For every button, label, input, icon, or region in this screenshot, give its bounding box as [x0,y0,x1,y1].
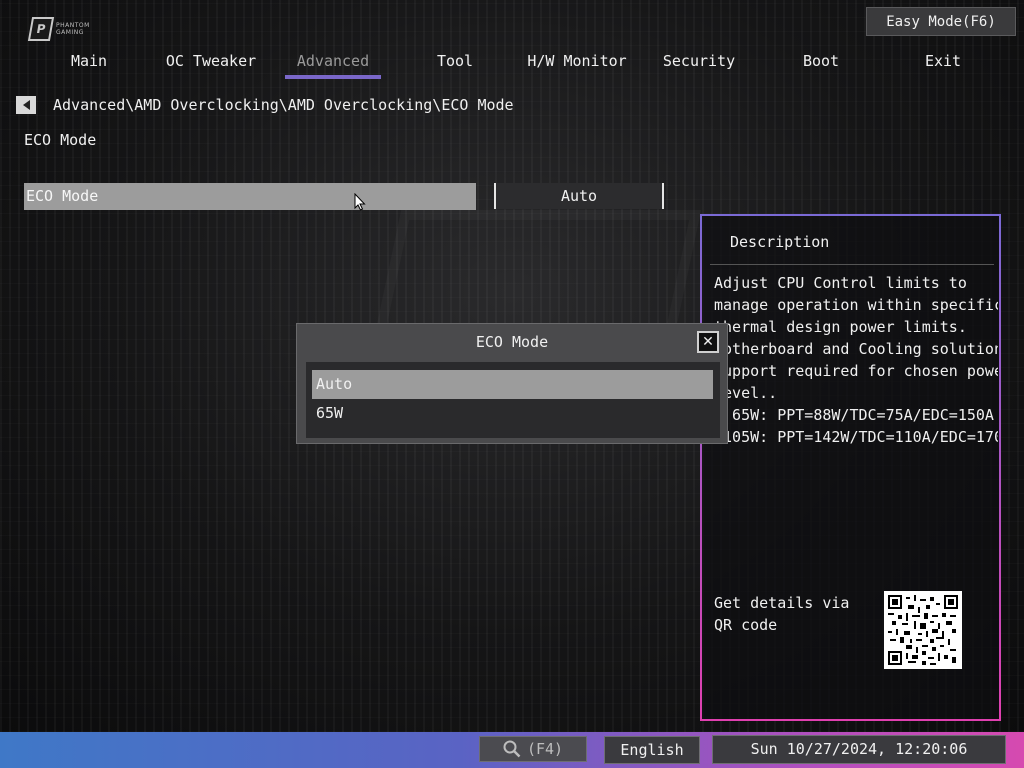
tab-oc-tweaker[interactable]: OC Tweaker [150,48,272,80]
easy-mode-button[interactable]: Easy Mode(F6) [866,7,1016,36]
eco-mode-popup: ECO Mode ✕ Auto 65W [296,323,728,444]
option-65w[interactable]: 65W [312,399,713,428]
search-icon [503,740,521,758]
close-icon[interactable]: ✕ [697,331,719,353]
active-tab-indicator [285,75,381,79]
breadcrumb: Advanced\AMD Overclocking\AMD Overclocki… [53,96,514,114]
qr-code-icon [884,591,962,669]
option-auto[interactable]: Auto [312,370,713,399]
description-divider [710,264,994,265]
phantom-gaming-logo: P PHANTOM GAMING [27,14,110,44]
tab-tool[interactable]: Tool [394,48,516,80]
qr-label: Get details via QR code [714,594,850,634]
popup-option-list: Auto 65W [306,362,720,438]
description-body: Adjust CPU Control limits to manage oper… [714,274,998,446]
search-shortcut-label: (F4) [526,740,564,758]
logo-line-1: PHANTOM [56,22,90,29]
tab-main[interactable]: Main [28,48,150,80]
search-button[interactable]: (F4) [479,736,587,762]
logo-text: PHANTOM GAMING [56,22,90,36]
main-tabs: Main OC Tweaker Advanced Tool H/W Monito… [28,48,1004,80]
tab-security[interactable]: Security [638,48,760,80]
logo-line-2: GAMING [56,29,84,36]
popup-title: ECO Mode [475,333,549,351]
description-title: Description [730,233,830,251]
logo-mark-icon: P [27,17,55,41]
datetime-display: Sun 10/27/2024, 12:20:06 [712,735,1006,764]
tab-exit[interactable]: Exit [882,48,1004,80]
back-arrow-icon [22,100,30,110]
tab-boot[interactable]: Boot [760,48,882,80]
eco-mode-value-button[interactable]: Auto [494,183,664,209]
description-panel: Description Adjust CPU Control limits to… [700,214,1001,721]
language-button[interactable]: English [604,736,700,764]
back-button[interactable] [16,96,36,114]
eco-mode-setting-row[interactable]: ECO Mode [24,183,476,210]
tab-hw-monitor[interactable]: H/W Monitor [516,48,638,80]
section-title: ECO Mode [24,131,97,149]
